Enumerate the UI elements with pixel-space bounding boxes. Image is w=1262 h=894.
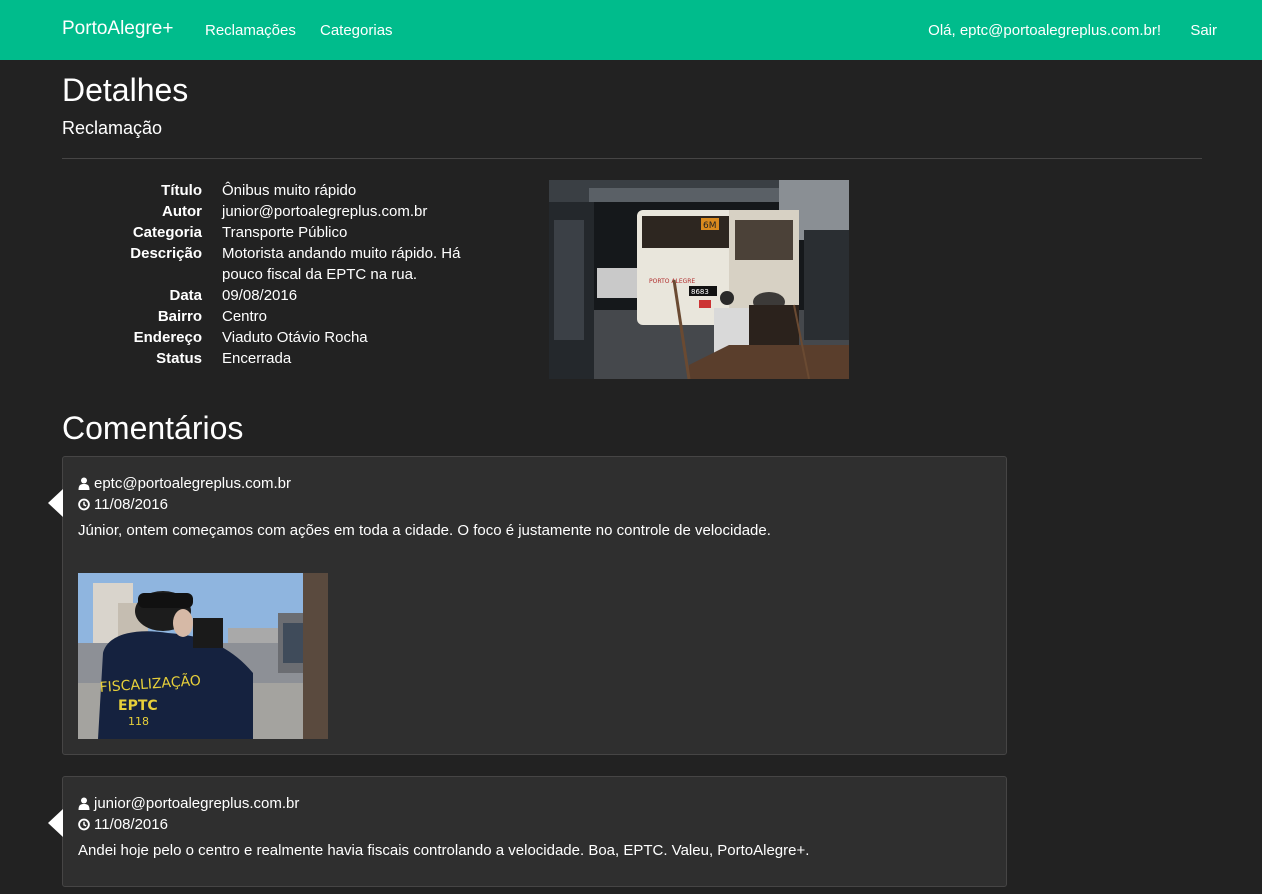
comment-text: Andei hoje pelo o centro e realmente hav…: [78, 842, 810, 859]
detail-label: Descrição: [130, 245, 202, 262]
detail-value: 09/08/2016: [222, 287, 298, 304]
bus-photo-image: 6M PORTO ALEGRE 8683: [549, 180, 849, 379]
comment-author-email: junior@portoalegreplus.com.br: [94, 795, 300, 812]
vest-line3-text: 118: [128, 715, 149, 728]
vest-line2-text: EPTC: [118, 698, 158, 714]
detail-label: Endereço: [133, 329, 202, 346]
detail-value: Ônibus muito rápido: [222, 182, 357, 199]
complaint-photo: 6M PORTO ALEGRE 8683: [549, 180, 849, 379]
comment-date: 11/08/2016: [78, 494, 991, 515]
detail-label: Categoria: [132, 224, 202, 241]
detail-value: Centro: [222, 308, 268, 325]
detail-label: Bairro: [157, 308, 202, 325]
comment-text: Júnior, ontem começamos com ações em tod…: [78, 522, 771, 539]
clock-icon: [78, 498, 90, 511]
bus-line-text: 6M: [703, 221, 717, 231]
clock-icon: [78, 818, 90, 831]
comments-title: Comentários: [62, 410, 244, 446]
bus-sign-text: PORTO ALEGRE: [649, 278, 695, 285]
page-title: Detalhes: [62, 72, 189, 108]
nav-link-categorias[interactable]: Categorias: [320, 21, 393, 41]
inspector-photo-image: FISCALIZAÇÃO EPTC 118: [78, 573, 328, 739]
detail-label: Autor: [162, 203, 202, 220]
comment-panel: eptc@portoalegreplus.com.br 11/08/2016 J…: [48, 456, 1007, 755]
user-greeting-link[interactable]: Olá, eptc@portoalegreplus.com.br!: [928, 21, 1161, 41]
user-icon: [78, 797, 90, 810]
nav-link-reclamacoes[interactable]: Reclamações: [205, 21, 296, 41]
detail-row-bairro: Bairro Centro: [62, 306, 502, 327]
page-subtitle: Reclamação: [62, 118, 163, 138]
brand-link[interactable]: PortoAlegre+: [62, 19, 173, 39]
divider: [62, 158, 1202, 159]
user-icon: [78, 477, 90, 490]
detail-row-titulo: Título Ônibus muito rápido: [62, 180, 502, 201]
detail-row-descricao: Descrição Motorista andando muito rápido…: [62, 243, 502, 285]
detail-value: Encerrada: [222, 350, 292, 367]
detail-value: junior@portoalegreplus.com.br: [222, 203, 428, 220]
detail-value: Motorista andando muito rápido. Há pouco…: [222, 245, 461, 283]
detail-value: Viaduto Otávio Rocha: [222, 329, 368, 346]
comment-date-text: 11/08/2016: [94, 496, 168, 513]
detail-row-endereco: Endereço Viaduto Otávio Rocha: [62, 327, 502, 348]
detail-value: Transporte Público: [222, 224, 348, 241]
bus-number-text: 8683: [691, 288, 709, 296]
speech-arrow: [48, 489, 63, 517]
comment-author: junior@portoalegreplus.com.br: [78, 793, 991, 814]
detail-row-data: Data 09/08/2016: [62, 285, 502, 306]
comment-date-text: 11/08/2016: [94, 816, 168, 833]
detail-label: Status: [156, 350, 202, 367]
speech-arrow: [48, 809, 63, 837]
detail-row-autor: Autor junior@portoalegreplus.com.br: [62, 201, 502, 222]
complaint-details: Título Ônibus muito rápido Autor junior@…: [62, 180, 502, 369]
detail-label: Data: [169, 287, 202, 304]
detail-row-status: Status Encerrada: [62, 348, 502, 369]
navbar: PortoAlegre+ Reclamações Categorias Olá,…: [0, 0, 1262, 60]
comment-author-email: eptc@portoalegreplus.com.br: [94, 475, 291, 492]
detail-label: Título: [161, 182, 202, 199]
comment-photo: FISCALIZAÇÃO EPTC 118: [78, 573, 328, 739]
detail-row-categoria: Categoria Transporte Público: [62, 222, 502, 243]
comment-author: eptc@portoalegreplus.com.br: [78, 473, 991, 494]
comment-panel: junior@portoalegreplus.com.br 11/08/2016…: [48, 776, 1007, 887]
comment-date: 11/08/2016: [78, 814, 991, 835]
logout-link[interactable]: Sair: [1190, 21, 1217, 41]
